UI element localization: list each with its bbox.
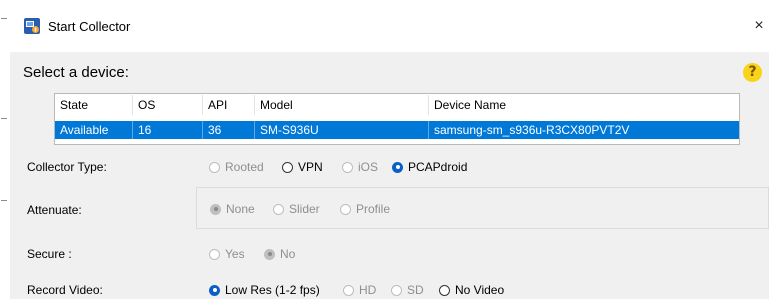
cell-os: 16 [133, 121, 203, 139]
table-row[interactable]: Available 16 36 SM-S936U samsung-sm_s936… [55, 121, 739, 139]
record-video-no-video-radio[interactable]: No Video [439, 281, 504, 299]
title-bar: Start Collector × [10, 0, 769, 52]
radio-circle-icon [209, 161, 220, 173]
attenuate-label: Attenuate: [27, 203, 82, 217]
radio-selected-icon [209, 284, 220, 296]
column-header-model[interactable]: Model [255, 95, 429, 115]
radio-circle-icon [282, 161, 293, 173]
radio-label: None [226, 202, 255, 216]
radio-selected-icon [210, 203, 221, 215]
record-video-hd-radio[interactable]: HD [343, 281, 376, 299]
radio-label: No [280, 247, 296, 261]
secure-label: Secure : [27, 247, 72, 261]
radio-label: No Video [455, 283, 505, 297]
start-collector-dialog: Start Collector × Select a device: ? Sta… [10, 0, 769, 299]
radio-label: PCAPdroid [408, 160, 468, 174]
edge-mark [1, 118, 7, 119]
attenuate-profile-radio[interactable]: Profile [340, 200, 390, 218]
radio-circle-icon [391, 284, 402, 296]
cell-api: 36 [203, 121, 255, 139]
collector-type-rooted-radio[interactable]: Rooted [209, 158, 264, 176]
column-header-api[interactable]: API [203, 95, 255, 115]
radio-label: HD [359, 283, 377, 297]
radio-label: Yes [225, 247, 245, 261]
collector-type-pcapdroid-radio[interactable]: PCAPdroid [392, 158, 467, 176]
radio-label: VPN [298, 160, 323, 174]
radio-circle-icon [273, 203, 284, 215]
edge-mark [1, 200, 7, 201]
radio-selected-icon [264, 248, 275, 260]
radio-selected-icon [392, 161, 403, 173]
radio-label: SD [407, 283, 424, 297]
record-video-label: Record Video: [27, 283, 103, 297]
collector-type-label: Collector Type: [27, 160, 107, 174]
radio-label: iOS [358, 160, 379, 174]
column-header-device-name[interactable]: Device Name [429, 95, 739, 115]
column-header-os[interactable]: OS [133, 95, 203, 115]
radio-circle-icon [343, 284, 354, 296]
close-button[interactable]: × [749, 14, 769, 38]
table-header: State OS API Model Device Name [55, 94, 739, 118]
radio-circle-icon [342, 161, 353, 173]
radio-label: Low Res (1-2 fps) [225, 283, 320, 297]
select-device-label: Select a device: [23, 64, 129, 81]
collector-type-vpn-radio[interactable]: VPN [282, 158, 323, 176]
radio-circle-icon [439, 284, 450, 296]
help-icon[interactable]: ? [743, 63, 762, 82]
column-header-state[interactable]: State [55, 95, 133, 115]
radio-circle-icon [209, 248, 220, 260]
radio-circle-icon [340, 203, 351, 215]
edge-mark [1, 18, 7, 19]
attenuate-none-radio[interactable]: None [210, 200, 255, 218]
attenuate-slider-radio[interactable]: Slider [273, 200, 320, 218]
secure-yes-radio[interactable]: Yes [209, 245, 245, 263]
secure-no-radio[interactable]: No [264, 245, 295, 263]
cell-state: Available [55, 121, 133, 139]
radio-label: Profile [356, 202, 391, 216]
record-video-low-res-radio[interactable]: Low Res (1-2 fps) [209, 281, 320, 299]
collector-app-icon [24, 18, 40, 34]
device-table: State OS API Model Device Name Available… [54, 93, 740, 145]
cell-device-name: samsung-sm_s936u-R3CX80PVT2V [434, 123, 630, 137]
background-window-edge [0, 0, 10, 299]
radio-label: Slider [289, 202, 320, 216]
collector-type-ios-radio[interactable]: iOS [342, 158, 378, 176]
window-title: Start Collector [48, 19, 131, 34]
radio-label: Rooted [225, 160, 264, 174]
record-video-sd-radio[interactable]: SD [391, 281, 424, 299]
cell-model: SM-S936U [255, 121, 429, 139]
